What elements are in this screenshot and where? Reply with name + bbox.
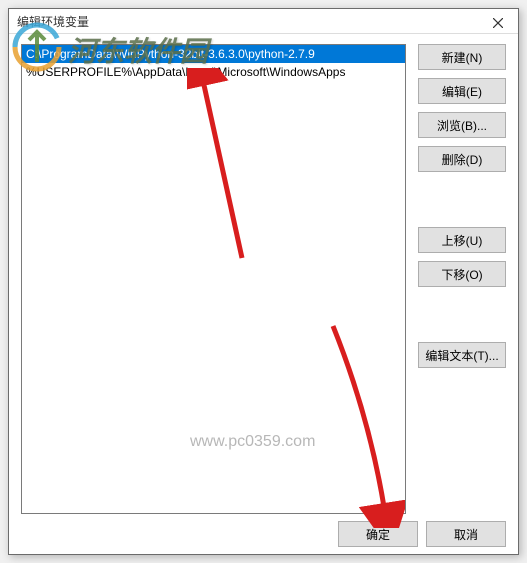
watermark-logo — [10, 20, 65, 78]
ok-button[interactable]: 确定 — [338, 521, 418, 547]
watermark-site-name: 河东软件园 — [68, 30, 208, 70]
close-button[interactable] — [478, 9, 518, 37]
edittext-button[interactable]: 编辑文本(T)... — [418, 342, 506, 368]
env-var-dialog: 编辑环境变量 C:\ProgramData\WinPython-32bit-3.… — [8, 8, 519, 555]
moveup-button[interactable]: 上移(U) — [418, 227, 506, 253]
button-column: 新建(N) 编辑(E) 浏览(B)... 删除(D) 上移(U) 下移(O) 编… — [418, 44, 506, 514]
browse-button[interactable]: 浏览(B)... — [418, 112, 506, 138]
movedown-button[interactable]: 下移(O) — [418, 261, 506, 287]
new-button[interactable]: 新建(N) — [418, 44, 506, 70]
watermark-url: www.pc0359.com — [190, 433, 315, 451]
delete-button[interactable]: 删除(D) — [418, 146, 506, 172]
close-icon — [493, 18, 503, 28]
edit-button[interactable]: 编辑(E) — [418, 78, 506, 104]
cancel-button[interactable]: 取消 — [426, 521, 506, 547]
dialog-footer: 确定 取消 — [9, 514, 518, 554]
